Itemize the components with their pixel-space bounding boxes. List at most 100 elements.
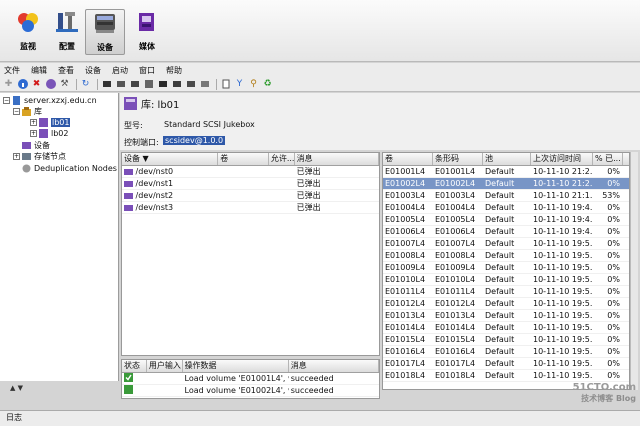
table-row[interactable]: E01009L4 E01009L4 Default 10-11-10 19:5... 0… (383, 262, 629, 274)
volumes-scrollbar[interactable] (630, 152, 638, 390)
menu-help[interactable]: 帮助 (166, 65, 182, 76)
table-row[interactable]: E01010L4 E01010L4 Default 10-11-10 19:5... 0… (383, 274, 629, 286)
monitor-button[interactable]: 监视 (8, 9, 48, 55)
menu-edit[interactable]: 编辑 (31, 65, 47, 76)
tree-scroll-arrows[interactable]: ▲ ▼ (10, 384, 23, 392)
tape-inventory-icon[interactable] (143, 79, 154, 90)
volume-barcode: E01017L4 (435, 359, 476, 368)
col-last-access[interactable]: 上次访问时间 (531, 153, 593, 165)
search-icon[interactable]: ⚲ (248, 79, 259, 90)
table-row[interactable]: E01002L4 E01002L4 Default 10-11-10 21:2... 0… (383, 178, 629, 190)
table-row[interactable]: /dev/nst2 已弹出 (122, 190, 379, 202)
volume-vol: E01002L4 (385, 179, 426, 188)
tape-unload-icon[interactable] (115, 79, 126, 90)
table-row[interactable]: Load volume 'E01001L4', v... succeeded (122, 373, 379, 385)
col-pool[interactable]: 池 (483, 153, 531, 165)
table-row[interactable]: E01005L4 E01005L4 Default 10-11-10 19:4... 0… (383, 214, 629, 226)
table-row[interactable]: E01015L4 E01015L4 Default 10-11-10 19:5... 0… (383, 334, 629, 346)
recycle-icon[interactable]: ♻ (262, 79, 273, 90)
table-row[interactable]: E01006L4 E01006L4 Default 10-11-10 19:4... 0… (383, 226, 629, 238)
tape-label-icon[interactable] (129, 79, 140, 90)
volume-vol: E01017L4 (385, 359, 426, 368)
col-barcode[interactable]: 条形码 (433, 153, 483, 165)
add-icon[interactable]: ✚ (3, 79, 14, 90)
table-row[interactable]: E01018L4 E01018L4 Default 10-11-10 19:5... 0… (383, 370, 629, 382)
filter-icon[interactable]: Y (234, 79, 245, 90)
volume-pool: Default (485, 167, 515, 176)
device-name: /dev/nst2 (135, 191, 174, 200)
tree-storage-nodes[interactable]: + 存储节点 (13, 151, 66, 162)
volume-time: 10-11-10 21:2... (533, 167, 593, 176)
table-row[interactable]: /dev/nst3 已弹出 (122, 202, 379, 214)
table-row[interactable]: E01014L4 E01014L4 Default 10-11-10 19:5... 0… (383, 322, 629, 334)
tape-clean-icon[interactable] (199, 79, 210, 90)
media-button[interactable]: 媒体 (127, 9, 167, 55)
table-row[interactable]: E01004L4 E01004L4 Default 10-11-10 19:4... 0… (383, 202, 629, 214)
table-row[interactable]: /dev/nst0 已弹出 (122, 166, 379, 178)
device-button[interactable]: 设备 (85, 9, 125, 55)
watermark-line2: 技术博客 Blog (581, 394, 636, 403)
table-row[interactable]: E01008L4 E01008L4 Default 10-11-10 19:5... 0… (383, 250, 629, 262)
jukebox-icon (39, 129, 48, 138)
col-device[interactable]: 设备 ▼ (122, 153, 219, 165)
lb01-label: lb01 (51, 118, 71, 127)
col-volume[interactable]: 卷 (218, 153, 269, 165)
col-allow[interactable]: 允许... (269, 153, 295, 165)
col-status[interactable]: 状态 (122, 360, 147, 372)
volume-vol: E01005L4 (385, 215, 426, 224)
volume-time: 10-11-10 19:5... (533, 275, 593, 284)
menu-file[interactable]: 文件 (4, 65, 20, 76)
menu-window[interactable]: 窗口 (139, 65, 155, 76)
jukebox-icon (39, 118, 48, 127)
expand-icon[interactable]: + (30, 119, 37, 126)
wrench-icon[interactable]: ⚒ (59, 79, 70, 90)
collapse-icon[interactable]: − (3, 97, 10, 104)
report-icon[interactable] (220, 79, 231, 90)
op-input (147, 385, 183, 396)
collapse-icon[interactable]: − (13, 108, 20, 115)
tree-dedup-nodes[interactable]: Deduplication Nodes (22, 163, 117, 174)
volumes-table: 卷 条形码 池 上次访问时间 % 已... E01001L4 E01001L4 De… (382, 152, 630, 390)
tree-lb01[interactable]: + lb01 (30, 117, 71, 128)
tape-reset-icon[interactable] (157, 79, 168, 90)
help-icon[interactable] (45, 79, 56, 90)
col-user-input[interactable]: 用户输入 (147, 360, 183, 372)
tree-server[interactable]: − server.xzxj.edu.cn (3, 95, 97, 106)
refresh-icon[interactable]: ↻ (80, 79, 91, 90)
col-vol[interactable]: 卷 (383, 153, 433, 165)
expand-icon[interactable]: + (30, 130, 37, 137)
table-row[interactable]: E01017L4 E01017L4 Default 10-11-10 19:5... 0… (383, 358, 629, 370)
tape-withdraw-icon[interactable] (185, 79, 196, 90)
tree-library[interactable]: − 库 (13, 106, 42, 117)
expand-icon[interactable]: + (13, 153, 20, 160)
log-bar[interactable]: 日志 (0, 410, 640, 426)
tape-load-icon[interactable] (101, 79, 112, 90)
col-message[interactable]: 消息 (295, 153, 379, 165)
volume-pool: Default (485, 239, 515, 248)
menu-start[interactable]: 启动 (112, 65, 128, 76)
col-percent[interactable]: % 已... (593, 153, 623, 165)
table-row[interactable]: Load volume 'E01002L4', v... succeeded (122, 385, 379, 397)
control-port-value[interactable]: scsidev@1.0.0 (163, 136, 226, 145)
device-name: /dev/nst1 (135, 179, 174, 188)
table-row[interactable]: E01013L4 E01013L4 Default 10-11-10 19:5... 0… (383, 310, 629, 322)
delete-icon[interactable]: ✖ (31, 79, 42, 90)
tape-deposit-icon[interactable] (171, 79, 182, 90)
table-row[interactable]: E01003L4 E01003L4 Default 10-11-10 21:1... 5… (383, 190, 629, 202)
table-row[interactable]: E01012L4 E01012L4 Default 10-11-10 19:5... 0… (383, 298, 629, 310)
table-row[interactable]: E01007L4 E01007L4 Default 10-11-10 19:5... 0… (383, 238, 629, 250)
tree-devices[interactable]: 设备 (22, 140, 50, 151)
volume-time: 10-11-10 19:5... (533, 299, 593, 308)
table-row[interactable]: /dev/nst1 已弹出 (122, 178, 379, 190)
menu-device[interactable]: 设备 (85, 65, 101, 76)
config-button[interactable]: 配置 (47, 9, 87, 55)
tree-lb02[interactable]: + lb02 (30, 128, 68, 139)
table-row[interactable]: E01016L4 E01016L4 Default 10-11-10 19:5... 0… (383, 346, 629, 358)
menu-view[interactable]: 查看 (58, 65, 74, 76)
info-icon[interactable] (17, 79, 28, 90)
config-icon (56, 12, 78, 32)
table-row[interactable]: E01011L4 E01011L4 Default 10-11-10 19:5... 0… (383, 286, 629, 298)
col-op-message[interactable]: 消息 (289, 360, 379, 372)
table-row[interactable]: E01001L4 E01001L4 Default 10-11-10 21:2... 0… (383, 166, 629, 178)
col-op-data[interactable]: 操作数据 (183, 360, 289, 372)
